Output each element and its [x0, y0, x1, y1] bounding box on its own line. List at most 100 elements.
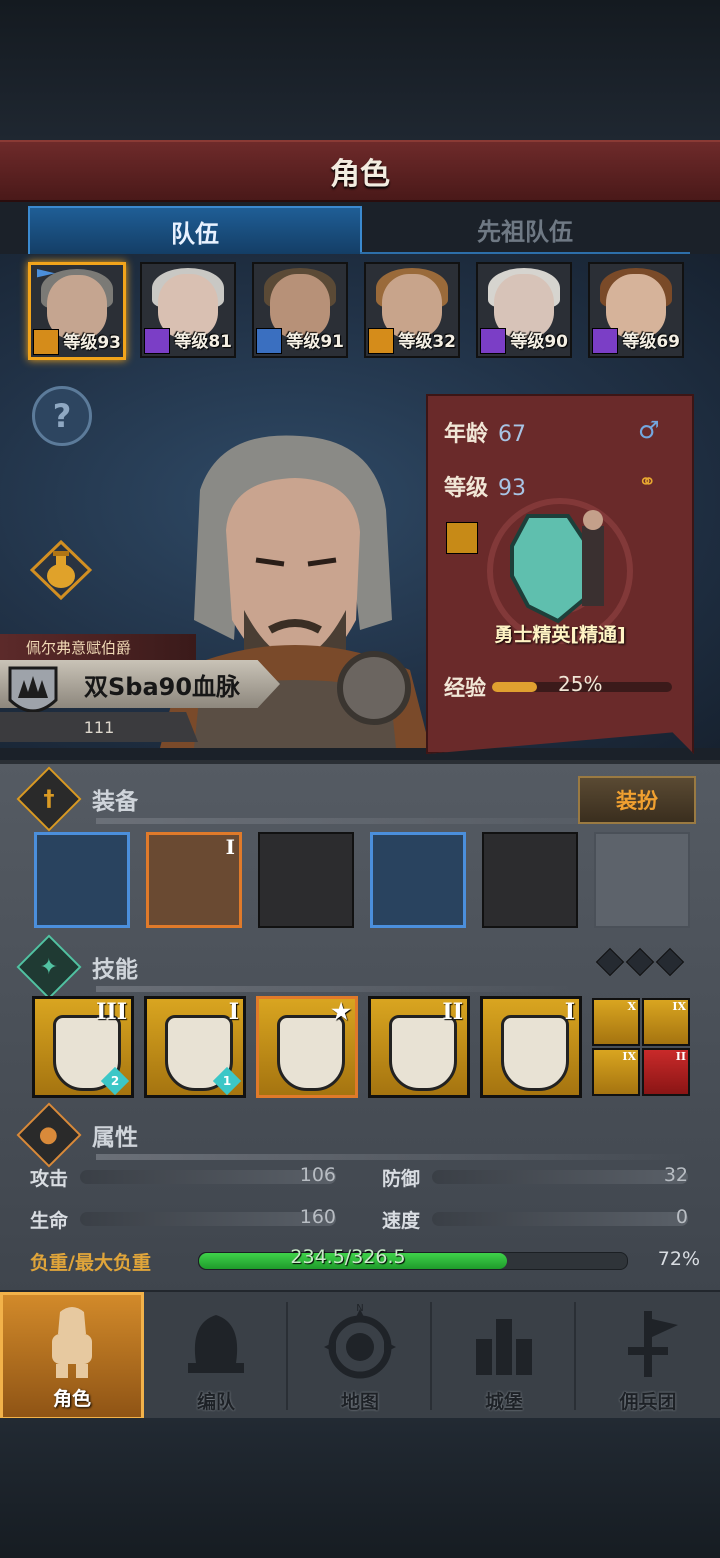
team-member-1[interactable]: 等级93: [28, 262, 126, 360]
attack-value: 106: [299, 1164, 336, 1186]
nav-map[interactable]: N 地图: [288, 1292, 432, 1420]
skill-rank: II: [442, 999, 463, 1025]
skill-rank: I: [564, 999, 575, 1025]
character-title: 佩尔弗意赋伯爵: [0, 634, 196, 660]
exp-bar-fill: [492, 682, 537, 692]
passive-rank: II: [675, 1050, 686, 1063]
passive-rank: IX: [622, 1050, 636, 1063]
skills-label: 技能: [92, 957, 138, 983]
nav-formation[interactable]: 编队: [144, 1292, 288, 1420]
team-member-4[interactable]: 等级32: [364, 262, 460, 358]
skill-rank: III: [96, 999, 127, 1025]
person-icon: ●: [16, 1102, 82, 1168]
speed-label: 速度: [382, 1210, 421, 1232]
shield-skill-icon: [277, 1015, 345, 1091]
member-level: 等级90: [510, 332, 568, 352]
page-title: 角色: [330, 157, 390, 192]
exp-percent: 25%: [558, 672, 603, 696]
team-roster: 等级93 等级81 等级91 等级32 等级90 等级69: [28, 262, 692, 362]
class-icon: [33, 329, 59, 355]
team-member-5[interactable]: 等级90: [476, 262, 572, 358]
class-icon: [592, 328, 618, 354]
passive-skill-4[interactable]: II: [642, 1048, 690, 1096]
skills-divider: [96, 986, 580, 992]
class-figure: [510, 510, 604, 624]
nav-castle[interactable]: 城堡: [432, 1292, 576, 1420]
question-icon: ?: [52, 397, 72, 435]
nav-mercenaries[interactable]: 佣兵团: [576, 1292, 720, 1420]
exp-label: 经验: [444, 676, 486, 700]
load-value: 234.5/326.5: [290, 1246, 406, 1268]
shield-slot[interactable]: I: [146, 832, 242, 928]
banner-sword-icon: [628, 1311, 678, 1377]
bottom-backdrop: [0, 1418, 720, 1558]
equipment-label: 装备: [92, 789, 138, 815]
member-level: 等级69: [622, 332, 680, 352]
passive-skill-1[interactable]: X: [592, 998, 640, 1046]
passive-skill-2[interactable]: IX: [642, 998, 690, 1046]
defense-value: 32: [663, 1164, 688, 1186]
load-label: 负重/最大负重: [30, 1252, 151, 1274]
passive-rank: X: [627, 1000, 636, 1013]
skill-slot-3[interactable]: ★: [256, 996, 358, 1098]
skill-slot-2[interactable]: I1: [144, 996, 246, 1098]
slot-diamond-icon: [625, 947, 655, 977]
skill-rank: I: [228, 999, 239, 1025]
sword-icon: †: [16, 766, 82, 832]
weapon-slot[interactable]: [34, 832, 130, 928]
star-icon: ✦: [16, 934, 82, 1000]
team-member-6[interactable]: 等级69: [588, 262, 684, 358]
slot-diamond-icon: [655, 947, 685, 977]
member-level: 等级91: [286, 332, 344, 352]
skill-slot-4[interactable]: II: [368, 996, 470, 1098]
castle-icon: [476, 1319, 532, 1375]
class-icon: [480, 328, 506, 354]
hp-value: 160: [299, 1206, 336, 1228]
passive-rank: IX: [672, 1000, 686, 1013]
passive-skill-3[interactable]: IX: [592, 1048, 640, 1096]
class-icon: [144, 328, 170, 354]
gem-icon: 2: [100, 1066, 130, 1096]
age-value: 67: [498, 422, 527, 447]
member-level: 等级81: [174, 332, 232, 352]
team-member-2[interactable]: 等级81: [140, 262, 236, 358]
svg-text:N: N: [356, 1303, 363, 1314]
bottom-nav: 角色 编队 N 地图 城堡 佣兵团: [0, 1290, 720, 1420]
defense-label: 防御: [382, 1168, 421, 1190]
attributes-header: ● 属性: [16, 1102, 138, 1168]
ring-slot[interactable]: [594, 832, 690, 928]
dress-up-button[interactable]: 装扮: [578, 776, 696, 824]
attributes-label: 属性: [92, 1125, 138, 1151]
help-button[interactable]: ?: [32, 386, 92, 446]
team-member-3[interactable]: 等级91: [252, 262, 348, 358]
attributes-divider: [96, 1154, 694, 1160]
equipment-header: † 装备: [16, 766, 138, 832]
nav-character[interactable]: 角色: [0, 1292, 144, 1420]
knight-icon: [52, 1307, 92, 1378]
armor-slot[interactable]: [370, 832, 466, 928]
potion-button[interactable]: [30, 540, 92, 600]
tab-bar: 队伍 先祖队伍: [28, 206, 692, 255]
helmet-slot[interactable]: [258, 832, 354, 928]
class-name: 勇士精英[精通]: [494, 624, 626, 646]
level-value: 93: [498, 476, 527, 501]
tab-ancestor-team[interactable]: 先祖队伍: [360, 206, 690, 255]
ring-icon[interactable]: ⚭: [638, 470, 656, 495]
equip-rank: I: [225, 835, 235, 859]
male-icon: ♂: [638, 416, 660, 444]
tab-team[interactable]: 队伍: [28, 206, 362, 254]
shield-skill-icon: [389, 1015, 457, 1091]
character-name: 双Sba90血脉: [84, 672, 241, 701]
age-row: 年龄 67: [444, 422, 527, 447]
compass-icon: N: [324, 1303, 396, 1379]
skill-slot-1[interactable]: III 2: [32, 996, 134, 1098]
character-sub-value: 111: [0, 712, 198, 742]
boots-slot[interactable]: [482, 832, 578, 928]
speed-value: 0: [675, 1206, 688, 1228]
skill-slot-5[interactable]: I: [480, 996, 582, 1098]
class-icon: [368, 328, 394, 354]
gem-icon: 1: [212, 1066, 242, 1096]
slot-diamond-icon: [595, 947, 625, 977]
title-bar: 角色: [0, 140, 720, 202]
skill-slot-indicators: [595, 947, 690, 977]
